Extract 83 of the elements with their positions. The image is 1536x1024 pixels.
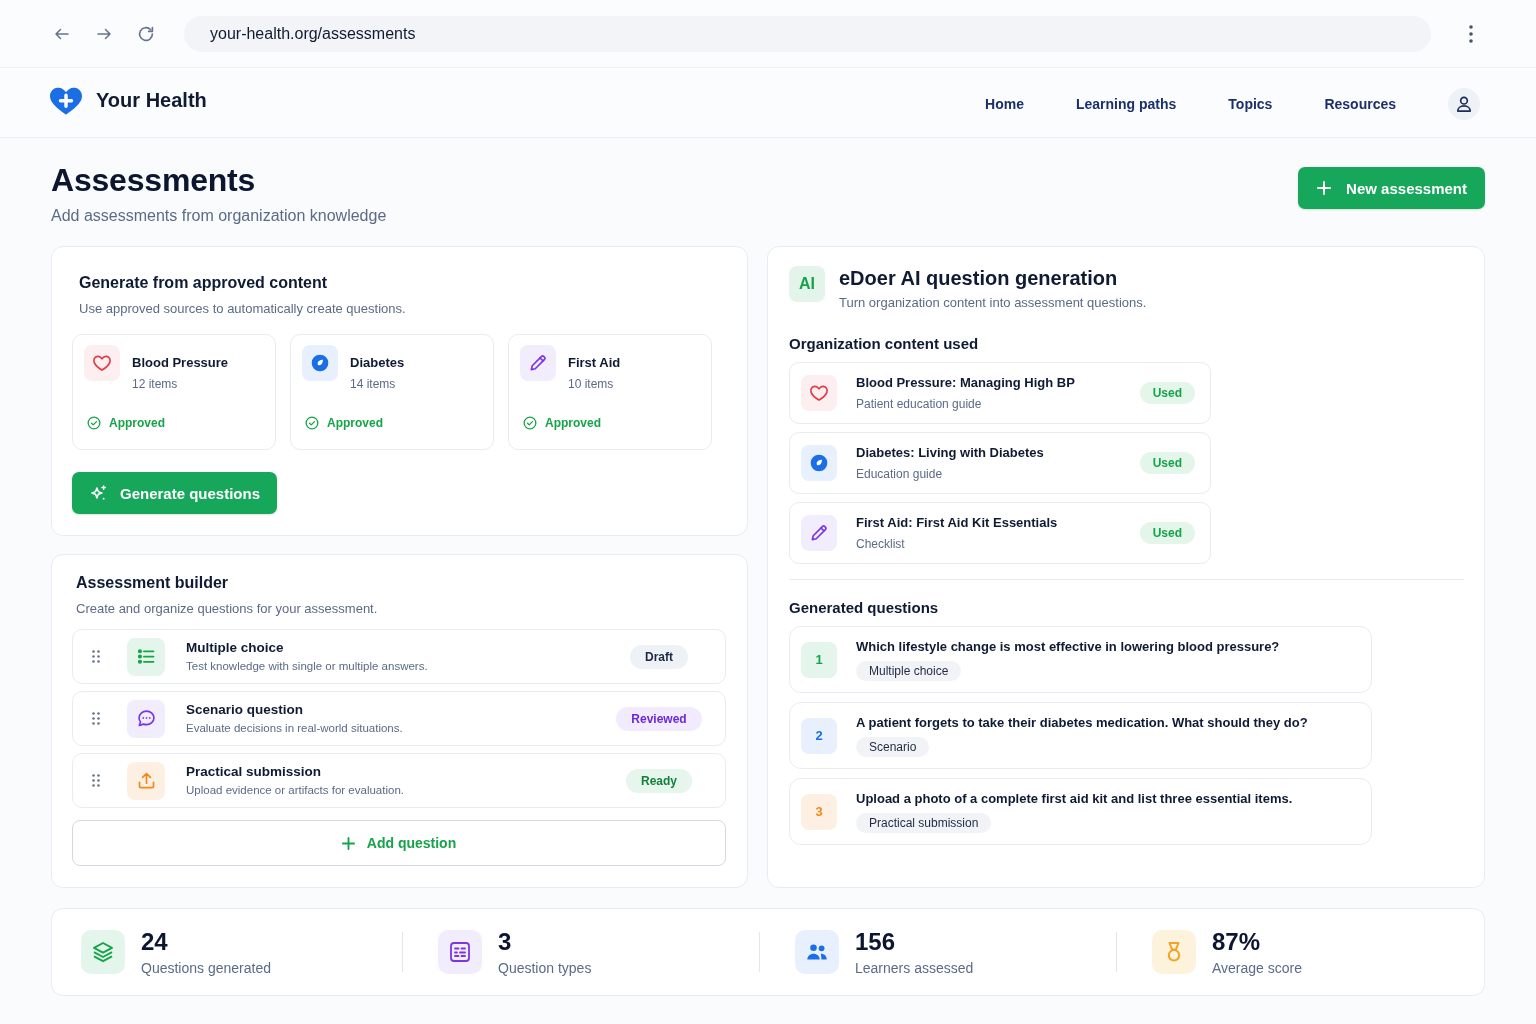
question-type-title: Multiple choice (186, 639, 285, 656)
source-card[interactable]: Blood Pressure 12 items Approved (72, 334, 276, 450)
medal-icon (1152, 930, 1196, 974)
subsection-title: Generated questions (789, 598, 940, 618)
item-count: 10 items (568, 376, 615, 392)
content-type: Education guide (856, 466, 944, 482)
item-count: 12 items (132, 376, 179, 392)
subsection-title: Organization content used (789, 334, 980, 354)
content-title: Blood Pressure: Managing High BP (856, 374, 1076, 392)
stat-value: 156 (855, 927, 897, 956)
reload-icon[interactable] (137, 24, 155, 43)
number-badge: 1 (801, 641, 837, 678)
status-badge: Ready (626, 768, 692, 793)
users-icon (795, 930, 839, 974)
question-text: A patient forgets to take their diabetes medication. What should they do? (856, 714, 1308, 732)
item-count: 14 items (350, 376, 397, 392)
page-subtitle: Add assessments from organization knowledge (51, 206, 387, 226)
drag-handle-icon[interactable] (92, 712, 100, 725)
form-icon (438, 930, 482, 974)
used-badge: Used (1139, 522, 1195, 544)
brand-name: Your Health (96, 89, 207, 112)
stat-label: Average score (1212, 958, 1302, 977)
question-type-tag: Practical submission (856, 813, 992, 833)
drag-handle-icon[interactable] (92, 774, 100, 787)
plus-icon (341, 836, 355, 850)
stat-value: 87% (1212, 927, 1262, 956)
panel-subtitle: Turn organization content into assessment questions. (839, 295, 1147, 311)
question-type-description: Test knowledge with single or multiple answers. (186, 659, 429, 674)
used-badge: Used (1139, 452, 1195, 474)
drag-handle-icon[interactable] (92, 650, 100, 663)
plus-icon (1317, 181, 1332, 195)
question-type-description: Upload evidence or artifacts for evaluation. (186, 783, 405, 798)
nav-link[interactable]: Resources (1324, 95, 1396, 112)
nav-link[interactable]: Topics (1228, 95, 1273, 112)
source-name: Diabetes (350, 354, 405, 372)
stat-label: Questions generated (141, 958, 271, 977)
question-type-description: Evaluate decisions in real-world situations. (186, 721, 404, 736)
question-text: Upload a photo of a complete first aid kit and list three essential items. (856, 790, 1293, 808)
content-title: First Aid: First Aid Kit Essentials (856, 514, 1059, 532)
section-title: Generate from approved content (79, 273, 329, 293)
number-badge: 3 (801, 793, 837, 830)
source-name: First Aid (568, 354, 621, 372)
question-type-title: Scenario question (186, 701, 305, 718)
number-badge: 2 (801, 717, 837, 754)
panel-title: eDoer AI question generation (839, 266, 1119, 290)
status-badge: Draft (630, 644, 688, 669)
status-label: Approved (109, 415, 165, 432)
heart-plus-logo-icon (50, 85, 82, 116)
question-type-tag: Multiple choice (856, 661, 962, 681)
source-card[interactable]: First Aid 10 items Approved (508, 334, 712, 450)
status-label: Approved (327, 415, 383, 432)
user-avatar-icon[interactable] (1448, 87, 1480, 120)
nav-link[interactable]: Learning paths (1075, 95, 1177, 112)
status-label: Approved (545, 415, 601, 432)
sparkle-icon (89, 483, 108, 503)
section-description: Create and organize questions for your assessment. (76, 601, 379, 617)
nav-link[interactable]: Home (985, 95, 1024, 112)
layers-icon (81, 930, 125, 974)
upload-icon (127, 761, 165, 800)
content-title: Diabetes: Living with Diabetes (856, 444, 1045, 462)
stat-value: 3 (498, 927, 513, 956)
pencil-icon (520, 345, 556, 381)
section-description: Use approved sources to automatically create questions. (79, 301, 407, 317)
stat-label: Learners assessed (855, 958, 974, 977)
source-name: Blood Pressure (132, 354, 229, 372)
url-field[interactable]: your-health.org/assessments (184, 15, 1431, 52)
used-badge: Used (1139, 382, 1195, 404)
source-card[interactable]: Diabetes 14 items Approved (290, 334, 494, 450)
stat-label: Question types (498, 958, 592, 977)
question-type-title: Practical submission (186, 763, 323, 780)
page-title: Assessments (51, 161, 257, 200)
question-text: Which lifestyle change is most effective in lowering blood pressure? (856, 638, 1280, 656)
list-icon (127, 637, 165, 676)
chat-bubble-icon (127, 699, 165, 738)
question-type-tag: Scenario (856, 737, 930, 757)
status-badge: Reviewed (616, 706, 702, 731)
kebab-menu-icon[interactable] (1469, 24, 1473, 43)
stat-value: 24 (141, 927, 169, 956)
content-type: Patient education guide (856, 396, 983, 412)
ai-badge: AI (789, 266, 825, 302)
section-title: Assessment builder (76, 573, 230, 593)
pencil-icon (801, 515, 837, 551)
content-type: Checklist (856, 536, 906, 552)
